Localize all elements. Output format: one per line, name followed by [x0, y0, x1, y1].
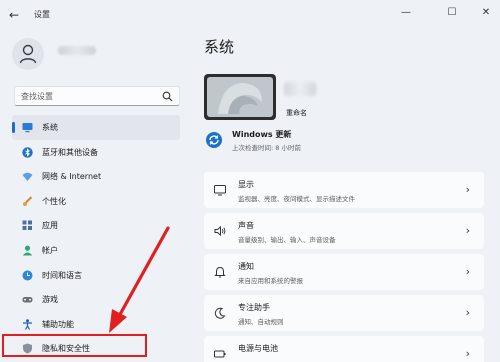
- sidebar-nav: 系统 蓝牙和其他设备 网络 & Internet 个性化 应用 帐户 时间和语言: [12, 115, 180, 361]
- card-subtitle: 音量级别、输出、输入、声音设备: [238, 236, 336, 244]
- sidebar-item-system[interactable]: 系统: [12, 115, 180, 140]
- search-input[interactable]: [21, 90, 161, 103]
- windows-update-title[interactable]: Windows 更新: [232, 129, 291, 140]
- sidebar-item-label: 网络 & Internet: [42, 172, 102, 182]
- display-icon: [214, 185, 226, 196]
- sidebar-item-label: 应用: [42, 221, 58, 231]
- card-focus-assist[interactable]: 专注助手 通知、自动规则 ›: [204, 295, 484, 331]
- chevron-right-icon: ›: [465, 306, 470, 319]
- sidebar-item-personalization[interactable]: 个性化: [12, 189, 180, 214]
- sidebar-item-label: 游戏: [42, 295, 58, 305]
- sidebar-item-label: 帐户: [42, 245, 58, 255]
- card-title: 电源与电池: [238, 344, 278, 353]
- sidebar-item-bluetooth[interactable]: 蓝牙和其他设备: [12, 140, 180, 165]
- bell-icon: [214, 266, 226, 278]
- person-icon: [22, 245, 33, 256]
- monitor-icon: [22, 123, 33, 133]
- windows-update-icon: [206, 132, 222, 148]
- brush-icon: [23, 196, 33, 206]
- card-title: 专注助手: [238, 303, 270, 312]
- wifi-icon: [22, 172, 33, 182]
- sidebar-item-label: 个性化: [42, 196, 66, 206]
- rename-link[interactable]: 重命名: [286, 108, 307, 118]
- battery-icon: [214, 350, 226, 358]
- card-subtitle: 通知、自动规则: [238, 318, 284, 326]
- back-button[interactable]: ←: [6, 7, 22, 23]
- app-title: 设置: [34, 10, 50, 19]
- card-title: 通知: [238, 262, 254, 271]
- card-subtitle: 监视器、亮度、夜间模式、显示描述文件: [238, 195, 355, 203]
- device-name-redacted: [284, 82, 316, 96]
- sidebar-item-label: 系统: [42, 123, 58, 132]
- annotation-highlight-box: [2, 334, 147, 357]
- sidebar-item-accessibility[interactable]: 辅助功能: [12, 312, 180, 337]
- chevron-right-icon: ›: [465, 183, 470, 196]
- apps-icon: [22, 220, 32, 231]
- search-icon[interactable]: [162, 91, 173, 102]
- windows-update-status: 上次检查时间: 8 小时前: [232, 144, 301, 152]
- sidebar-item-apps[interactable]: 应用: [12, 213, 180, 238]
- username-redacted: [58, 46, 96, 55]
- card-title: 显示: [238, 180, 254, 189]
- card-power-battery[interactable]: 电源与电池 ›: [204, 336, 484, 362]
- person-icon: [19, 44, 37, 64]
- card-sound[interactable]: 声音 音量级别、输出、输入、声音设备 ›: [204, 213, 484, 249]
- accessibility-icon: [23, 319, 32, 330]
- title-bar: ← 设置 — ☐ ✕: [0, 0, 500, 30]
- device-wallpaper-thumbnail: [204, 74, 276, 120]
- close-button[interactable]: ✕: [476, 5, 496, 21]
- bluetooth-icon: [22, 146, 33, 158]
- avatar[interactable]: [12, 38, 44, 70]
- sidebar-item-gaming[interactable]: 游戏: [12, 287, 180, 312]
- card-display[interactable]: 显示 监视器、亮度、夜间模式、显示描述文件 ›: [204, 172, 484, 208]
- card-subtitle: 来自应用和系统的警报: [238, 277, 303, 285]
- globe-clock-icon: [22, 270, 33, 281]
- card-title: 声音: [238, 221, 254, 230]
- sidebar-item-label: 蓝牙和其他设备: [42, 147, 98, 157]
- minimize-button[interactable]: —: [396, 5, 416, 21]
- page-title: 系统: [204, 38, 235, 56]
- card-notifications[interactable]: 通知 来自应用和系统的警报 ›: [204, 254, 484, 290]
- chevron-right-icon: ›: [465, 224, 470, 237]
- search-box[interactable]: [14, 86, 180, 106]
- sidebar-item-label: 时间和语言: [42, 270, 82, 280]
- gamepad-icon: [22, 297, 33, 303]
- sidebar-item-accounts[interactable]: 帐户: [12, 238, 180, 263]
- chevron-right-icon: ›: [465, 265, 470, 278]
- sidebar-item-time-language[interactable]: 时间和语言: [12, 263, 180, 288]
- sidebar-item-label: 辅助功能: [42, 319, 74, 329]
- active-indicator: [12, 122, 15, 133]
- maximize-button[interactable]: ☐: [442, 5, 462, 21]
- speaker-icon: [214, 225, 226, 237]
- sidebar-item-network[interactable]: 网络 & Internet: [12, 164, 180, 189]
- chevron-right-icon: ›: [465, 347, 470, 360]
- settings-window: ← 设置 — ☐ ✕ 系统 蓝牙和其他设备 网络 &: [0, 0, 500, 362]
- moon-icon: [214, 307, 226, 319]
